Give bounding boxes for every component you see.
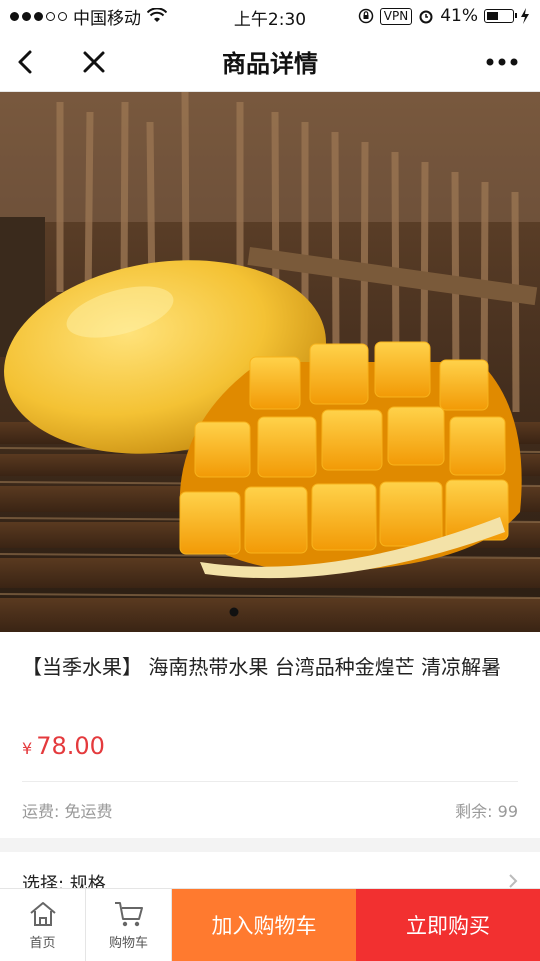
home-label: 首页: [29, 935, 56, 951]
more-icon[interactable]: [482, 46, 522, 78]
close-icon[interactable]: [78, 46, 110, 78]
chevron-right-icon: [509, 874, 518, 888]
rotation-lock-icon: [358, 8, 374, 24]
stock-info: 剩余: 99: [455, 802, 518, 821]
battery-percent: 41%: [440, 6, 478, 26]
currency-symbol: ¥: [22, 739, 33, 758]
home-icon: [29, 901, 56, 926]
status-bar: 中国移动 上午2:30 VPN 41%: [0, 0, 540, 32]
price-row: ¥ 78.00: [22, 732, 105, 760]
cart-label: 购物车: [108, 935, 148, 951]
add-to-cart-button[interactable]: 加入购物车: [172, 889, 356, 961]
product-title: 【当季水果】 海南热带水果 台湾品种金煌芒 清凉解暑: [22, 655, 502, 679]
status-left: 中国移动: [10, 4, 167, 29]
charging-icon: [521, 8, 529, 24]
section-gap: [0, 838, 540, 852]
buy-now-button[interactable]: 立即购买: [356, 889, 540, 961]
alarm-icon: [419, 10, 433, 24]
wifi-icon: [147, 8, 167, 22]
price-value: 78.00: [36, 732, 105, 760]
vpn-badge: VPN: [379, 7, 413, 25]
product-image-carousel[interactable]: [0, 92, 540, 632]
cart-tab[interactable]: 购物车: [86, 889, 172, 961]
mango-product-image: [0, 92, 540, 632]
nav-bar: 商品详情: [0, 32, 540, 92]
status-right: VPN 41%: [358, 6, 530, 26]
shipping-info: 运费: 免运费: [22, 802, 113, 821]
divider: [22, 781, 518, 782]
home-tab[interactable]: 首页: [0, 889, 86, 961]
battery-icon: [484, 9, 517, 23]
carrier-label: 中国移动: [73, 8, 141, 29]
signal-icon: [10, 11, 67, 21]
bottom-action-bar: 首页 购物车 加入购物车 立即购买: [0, 888, 540, 961]
cart-icon: [114, 901, 143, 926]
back-icon[interactable]: [10, 46, 42, 78]
